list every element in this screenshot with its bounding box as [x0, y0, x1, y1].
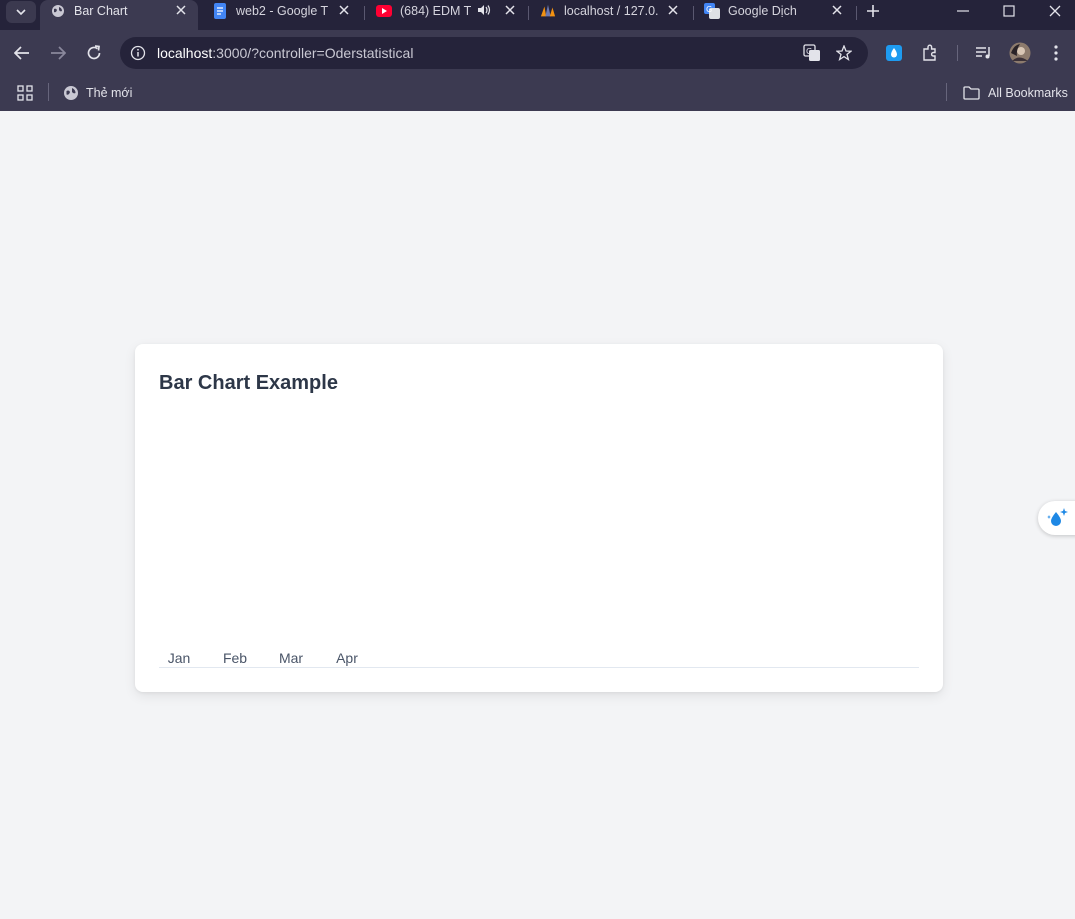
- bar-group: Jan: [151, 646, 207, 666]
- bar-group: Apr: [319, 646, 375, 666]
- extension-drop-icon[interactable]: [881, 40, 907, 66]
- forward-button[interactable]: [44, 39, 72, 67]
- new-tab-button[interactable]: [864, 2, 882, 20]
- tab-title: web2 - Google Tà: [236, 4, 328, 18]
- extensions-icon[interactable]: [917, 40, 943, 66]
- all-bookmarks-button[interactable]: All Bookmarks: [963, 82, 1068, 104]
- minimize-button[interactable]: [940, 0, 986, 22]
- browser-menu-icon[interactable]: [1043, 40, 1069, 66]
- tab-youtube[interactable]: (684) EDM TR: [366, 0, 526, 30]
- youtube-icon: [376, 3, 392, 19]
- bookmark-star-icon[interactable]: [834, 43, 854, 63]
- reload-button[interactable]: [80, 39, 108, 67]
- x-tick-label: Jan: [167, 650, 191, 666]
- maximize-icon: [1003, 5, 1015, 17]
- back-button[interactable]: [8, 39, 36, 67]
- close-tab-icon[interactable]: [173, 2, 189, 18]
- speaker-icon[interactable]: [476, 2, 492, 18]
- browser-toolbar: localhost:3000/?controller=Oderstatistic…: [0, 30, 1075, 76]
- maximize-button[interactable]: [986, 0, 1032, 22]
- tab-bar-chart[interactable]: Bar Chart: [40, 0, 198, 30]
- plus-icon: [867, 5, 879, 17]
- tab-separator: [856, 6, 857, 20]
- close-window-button[interactable]: [1032, 0, 1075, 22]
- close-tab-icon[interactable]: [829, 2, 845, 18]
- arrow-right-icon: [51, 46, 66, 60]
- bar-chart: Jan Feb Mar Apr: [159, 414, 919, 668]
- url-path: :3000/?controller=Oderstatistical: [212, 45, 414, 61]
- address-bar[interactable]: localhost:3000/?controller=Oderstatistic…: [120, 37, 868, 69]
- minimize-icon: [957, 10, 969, 12]
- bookmark-label: Thẻ mới: [86, 86, 133, 100]
- tab-title: Google Dịch: [728, 4, 797, 18]
- site-info-icon[interactable]: [128, 43, 148, 63]
- docs-icon: [212, 3, 228, 19]
- bookmarks-bar: Thẻ mới All Bookmarks: [0, 76, 1075, 111]
- close-tab-icon[interactable]: [502, 2, 518, 18]
- translate-icon: G: [704, 3, 720, 19]
- tab-title: (684) EDM TR: [400, 4, 472, 18]
- reload-icon: [87, 45, 101, 60]
- url-text[interactable]: localhost:3000/?controller=Oderstatistic…: [157, 45, 413, 61]
- svg-text:G: G: [806, 47, 812, 56]
- profile-avatar[interactable]: [1007, 40, 1033, 66]
- bookmark-label: All Bookmarks: [988, 86, 1068, 100]
- bar-group: Mar: [263, 646, 319, 666]
- tab-separator: [364, 6, 365, 20]
- tab-title: Bar Chart: [74, 4, 128, 18]
- x-tick-label: Apr: [336, 650, 358, 666]
- url-host: localhost: [157, 45, 213, 61]
- close-tab-icon[interactable]: [665, 2, 681, 18]
- x-tick-label: Mar: [278, 650, 304, 666]
- tab-search-button[interactable]: [6, 1, 36, 23]
- tab-phpmyadmin[interactable]: localhost / 127.0.: [530, 0, 692, 30]
- close-icon: [1049, 5, 1061, 17]
- arrow-left-icon: [14, 46, 29, 60]
- tab-separator: [528, 6, 529, 20]
- chart-card: Bar Chart Example Jan Feb Mar Apr: [135, 344, 943, 692]
- globe-icon: [50, 3, 66, 19]
- svg-text:G: G: [706, 5, 712, 14]
- translate-page-icon[interactable]: G: [802, 43, 822, 63]
- chart-title: Bar Chart Example: [159, 372, 338, 394]
- toolbar-separator: [957, 45, 958, 61]
- chevron-down-icon: [16, 9, 26, 16]
- tab-web2-docs[interactable]: web2 - Google Tà: [202, 0, 362, 30]
- close-tab-icon[interactable]: [336, 2, 352, 18]
- chart-baseline: [159, 667, 919, 668]
- bookmarks-separator: [946, 83, 947, 101]
- tab-title: localhost / 127.0.: [564, 4, 659, 18]
- x-tick-label: Feb: [222, 650, 248, 666]
- sparkle-drop-icon: [1047, 508, 1068, 526]
- bookmarks-separator: [48, 83, 49, 101]
- apps-grid-icon[interactable]: [17, 82, 33, 104]
- tab-google-translate[interactable]: G Google Dịch: [694, 0, 854, 30]
- bookmark-new-tab[interactable]: Thẻ mới: [63, 82, 132, 104]
- phpmyadmin-icon: [540, 3, 556, 19]
- folder-icon: [963, 86, 980, 100]
- media-controls-icon[interactable]: [971, 40, 997, 66]
- bar-group: Feb: [207, 646, 263, 666]
- floating-extension-button[interactable]: [1038, 501, 1075, 535]
- tab-strip: Bar Chart web2 - Google Tà (684) EDM TR: [0, 0, 1075, 30]
- globe-icon: [64, 86, 78, 100]
